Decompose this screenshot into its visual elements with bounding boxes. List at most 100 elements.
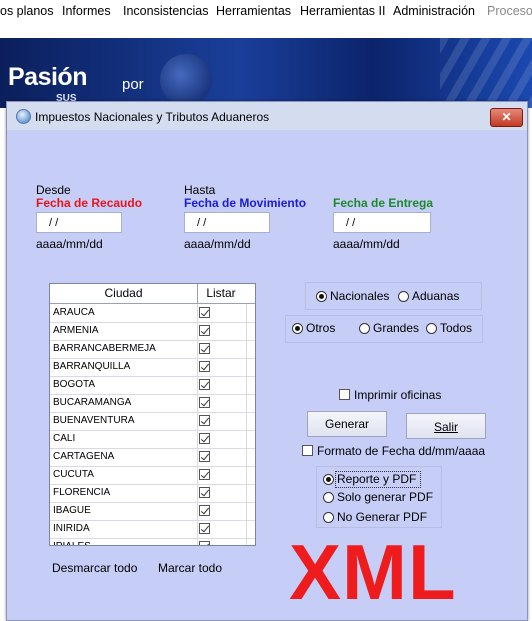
- imprimir-oficinas-label[interactable]: Imprimir oficinas: [354, 388, 441, 402]
- city-name: ARMENIA: [53, 325, 99, 336]
- city-row[interactable]: BUCARAMANGA: [50, 394, 255, 413]
- column-divider: [246, 484, 247, 502]
- column-header-ciudad[interactable]: Ciudad: [50, 284, 198, 303]
- grandes-label[interactable]: Grandes: [373, 321, 419, 335]
- radio-aduanas[interactable]: [398, 291, 409, 302]
- radio-nacionales[interactable]: [316, 291, 327, 302]
- menu-administracion[interactable]: Administración: [393, 4, 475, 18]
- city-row[interactable]: ARAUCA: [50, 304, 255, 323]
- listar-checkbox[interactable]: [199, 325, 210, 336]
- otros-label[interactable]: Otros: [306, 321, 335, 335]
- city-name: BUCARAMANGA: [53, 397, 132, 408]
- column-divider: [197, 304, 198, 322]
- solo-pdf-label[interactable]: Solo generar PDF: [337, 490, 433, 504]
- city-row[interactable]: CUCUTA: [50, 466, 255, 485]
- hasta-label: Hasta: [184, 183, 216, 197]
- city-row[interactable]: BOGOTA: [50, 376, 255, 395]
- city-row[interactable]: CALI: [50, 430, 255, 449]
- listar-checkbox[interactable]: [199, 415, 210, 426]
- column-divider: [246, 394, 247, 412]
- salir-button[interactable]: Salir: [406, 413, 486, 439]
- listar-checkbox[interactable]: [199, 541, 210, 545]
- todos-label[interactable]: Todos: [440, 321, 472, 335]
- menu-informes[interactable]: Informes: [62, 4, 111, 18]
- banner-decoration: [440, 38, 532, 108]
- city-row[interactable]: BARRANCABERMEJA: [50, 340, 255, 359]
- imprimir-oficinas-checkbox[interactable]: [339, 389, 350, 400]
- unmark-all-link[interactable]: Desmarcar todo: [52, 561, 137, 575]
- listar-checkbox[interactable]: [199, 469, 210, 480]
- column-divider: [246, 538, 247, 545]
- listar-checkbox[interactable]: [199, 505, 210, 516]
- city-name: FLORENCIA: [53, 487, 111, 498]
- column-divider: [246, 376, 247, 394]
- city-row[interactable]: IPIALES: [50, 538, 255, 545]
- city-name: BARRANCABERMEJA: [53, 343, 156, 354]
- city-row[interactable]: INIRIDA: [50, 520, 255, 539]
- column-divider: [197, 448, 198, 466]
- menu-inconsistencias[interactable]: Inconsistencias: [123, 4, 208, 18]
- radio-todos[interactable]: [426, 323, 437, 334]
- column-divider: [246, 520, 247, 538]
- dialog-titlebar[interactable]: Impuestos Nacionales y Tributos Aduanero…: [7, 102, 527, 130]
- entrega-format-hint: aaaa/mm/dd: [333, 237, 400, 251]
- generar-button[interactable]: Generar: [307, 411, 387, 437]
- listar-checkbox[interactable]: [199, 343, 210, 354]
- city-row[interactable]: BARRANQUILLA: [50, 358, 255, 377]
- city-row[interactable]: BUENAVENTURA: [50, 412, 255, 431]
- column-divider: [246, 466, 247, 484]
- tipo-contribuyente-group: Otros Grandes Todos: [285, 315, 483, 343]
- fecha-recaudo-input[interactable]: / /: [36, 212, 122, 233]
- listar-checkbox[interactable]: [199, 379, 210, 390]
- city-name: ARAUCA: [53, 307, 95, 318]
- listar-checkbox[interactable]: [199, 451, 210, 462]
- no-pdf-label[interactable]: No Generar PDF: [337, 510, 427, 524]
- column-divider: [197, 412, 198, 430]
- city-name: IBAGUE: [53, 505, 91, 516]
- radio-grandes[interactable]: [359, 323, 370, 334]
- aduanas-label[interactable]: Aduanas: [412, 289, 459, 303]
- formato-fecha-label[interactable]: Formato de Fecha dd/mm/aaaa: [317, 444, 485, 458]
- formato-fecha-checkbox[interactable]: [302, 445, 313, 456]
- column-divider: [197, 340, 198, 358]
- city-list-header: Ciudad Listar: [50, 284, 255, 304]
- column-divider: [246, 340, 247, 358]
- column-divider: [246, 448, 247, 466]
- radio-otros[interactable]: [292, 323, 303, 334]
- listar-checkbox[interactable]: [199, 307, 210, 318]
- fecha-entrega-input[interactable]: / /: [333, 212, 431, 233]
- menu-planos[interactable]: os planos: [0, 4, 54, 18]
- listar-checkbox[interactable]: [199, 361, 210, 372]
- column-divider: [197, 322, 198, 340]
- fecha-movimiento-input[interactable]: / /: [184, 212, 270, 233]
- radio-reporte-pdf[interactable]: [323, 474, 334, 485]
- fecha-entrega-label: Fecha de Entrega: [333, 196, 434, 210]
- column-header-listar[interactable]: Listar: [197, 284, 245, 303]
- column-divider: [197, 484, 198, 502]
- radio-solo-pdf[interactable]: [323, 492, 334, 503]
- city-name: INIRIDA: [53, 523, 90, 534]
- banner-subtitle: por: [122, 76, 144, 93]
- column-divider: [246, 358, 247, 376]
- app-banner: Pasión por SUS: [0, 38, 532, 108]
- city-row[interactable]: FLORENCIA: [50, 484, 255, 503]
- city-row[interactable]: IBAGUE: [50, 502, 255, 521]
- menu-herramientas-ii[interactable]: Herramientas II: [300, 4, 385, 18]
- radio-no-pdf[interactable]: [323, 512, 334, 523]
- nacionales-label[interactable]: Nacionales: [330, 289, 389, 303]
- city-list[interactable]: Ciudad Listar ARAUCA ARMENIA BARRANCABERME…: [49, 283, 256, 546]
- column-divider: [246, 322, 247, 340]
- listar-checkbox[interactable]: [199, 487, 210, 498]
- close-button[interactable]: ✕: [490, 108, 523, 127]
- menu-herramientas[interactable]: Herramientas: [216, 4, 291, 18]
- mark-all-link[interactable]: Marcar todo: [158, 561, 222, 575]
- listar-checkbox[interactable]: [199, 523, 210, 534]
- banner-title: Pasión: [8, 63, 87, 91]
- menu-procesos[interactable]: Procesos: [487, 4, 532, 18]
- city-row[interactable]: ARMENIA: [50, 322, 255, 341]
- city-row[interactable]: CARTAGENA: [50, 448, 255, 467]
- column-divider: [197, 394, 198, 412]
- listar-checkbox[interactable]: [199, 433, 210, 444]
- menu-bar: os planos Informes Inconsistencias Herra…: [0, 0, 532, 26]
- listar-checkbox[interactable]: [199, 397, 210, 408]
